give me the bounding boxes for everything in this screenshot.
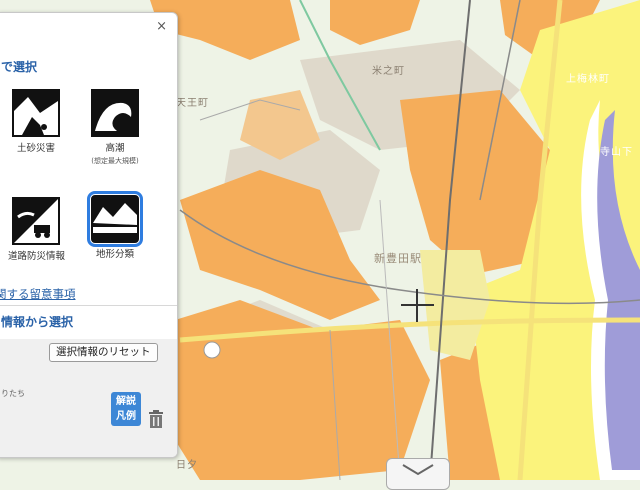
tile-label: 高潮 xyxy=(105,143,125,154)
tile-label: 土砂災害 xyxy=(16,143,55,154)
reset-selection-button[interactable]: 選択情報のリセット xyxy=(49,343,158,362)
storm-surge-icon xyxy=(91,89,139,137)
layer-select-panel: × で選択 土砂災害 高潮 (想定最大規模) 道路防災情報 地形分類 関する留意… xyxy=(0,12,178,458)
map-label-station: 新豊田駅 xyxy=(374,252,422,265)
map-label-kamiumebayashi: 上梅林町 xyxy=(566,74,610,85)
tile-label: 道路防災情報 xyxy=(8,251,66,262)
map-label-yonemachi: 米之町 xyxy=(372,66,405,77)
map-label-terayamashita: 寺山下 xyxy=(600,147,633,158)
trash-icon[interactable] xyxy=(147,409,165,429)
legend-button[interactable]: 解説 凡例 xyxy=(111,392,141,426)
section-title-select-from-info: 情報から選択 xyxy=(1,315,74,329)
tile-landslide[interactable]: 土砂災害 xyxy=(8,89,64,154)
road-disaster-icon xyxy=(12,197,60,245)
expand-panel-tab[interactable] xyxy=(386,458,450,490)
legend-label-line1: 解説 xyxy=(116,396,136,407)
tile-terrain-classification[interactable]: 地形分類 xyxy=(87,191,143,260)
map-label-tennoucho: 天王町 xyxy=(176,98,209,109)
landslide-icon xyxy=(12,89,60,137)
notes-link[interactable]: 関する留意事項 xyxy=(0,286,76,302)
layer-note: りたち xyxy=(1,389,25,398)
tile-sublabel: (想定最大規模) xyxy=(91,157,139,165)
tile-road-disaster[interactable]: 道路防災情報 xyxy=(8,197,66,262)
close-icon[interactable]: × xyxy=(156,19,167,34)
chevron-down-icon xyxy=(402,464,434,476)
terrain-classification-icon xyxy=(87,191,143,247)
crosshair-icon-vertical xyxy=(416,289,418,322)
divider xyxy=(0,305,177,306)
map-label-yuta: 日夕 xyxy=(176,460,198,471)
legend-label-line2: 凡例 xyxy=(116,411,136,422)
tile-label: 地形分類 xyxy=(95,249,134,260)
section-title-select: で選択 xyxy=(1,60,38,74)
tile-storm-surge[interactable]: 高潮 (想定最大規模) xyxy=(87,89,143,166)
